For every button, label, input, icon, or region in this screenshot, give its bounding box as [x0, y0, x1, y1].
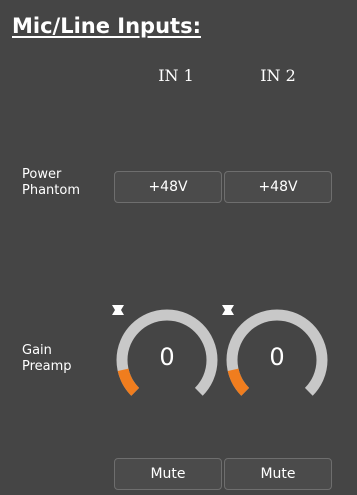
mute-button-in2[interactable]: Mute: [224, 458, 332, 490]
gain-knob-in2[interactable]: 0: [222, 305, 332, 415]
chevron-down-icon[interactable]: [112, 305, 124, 315]
phantom-label-line2: Phantom: [22, 183, 80, 198]
channel-label-in1: IN 1: [158, 66, 194, 85]
mute-button-in1[interactable]: Mute: [114, 458, 222, 490]
gain-dial-level: [117, 368, 140, 396]
phantom-label-line1: Power: [22, 167, 62, 182]
chevron-down-icon[interactable]: [222, 305, 234, 315]
gain-value-in2: 0: [269, 343, 285, 371]
preamp-gain-label: Gain Preamp: [22, 343, 72, 375]
phantom-48v-button-in1[interactable]: +48V: [114, 171, 222, 203]
channel-label-in2: IN 2: [260, 66, 296, 85]
mic-line-inputs-panel: Mic/Line Inputs: IN 1 IN 2 Power Phantom…: [0, 0, 357, 495]
gain-label-line1: Gain: [22, 343, 52, 358]
gain-knob-in1[interactable]: 0: [112, 305, 222, 415]
section-title: Mic/Line Inputs:: [12, 14, 201, 38]
phantom-48v-button-in2[interactable]: +48V: [224, 171, 332, 203]
gain-value-in1: 0: [159, 343, 175, 371]
gain-label-line2: Preamp: [22, 359, 72, 374]
phantom-power-label: Power Phantom: [22, 167, 80, 199]
gain-dial-level: [227, 368, 250, 396]
